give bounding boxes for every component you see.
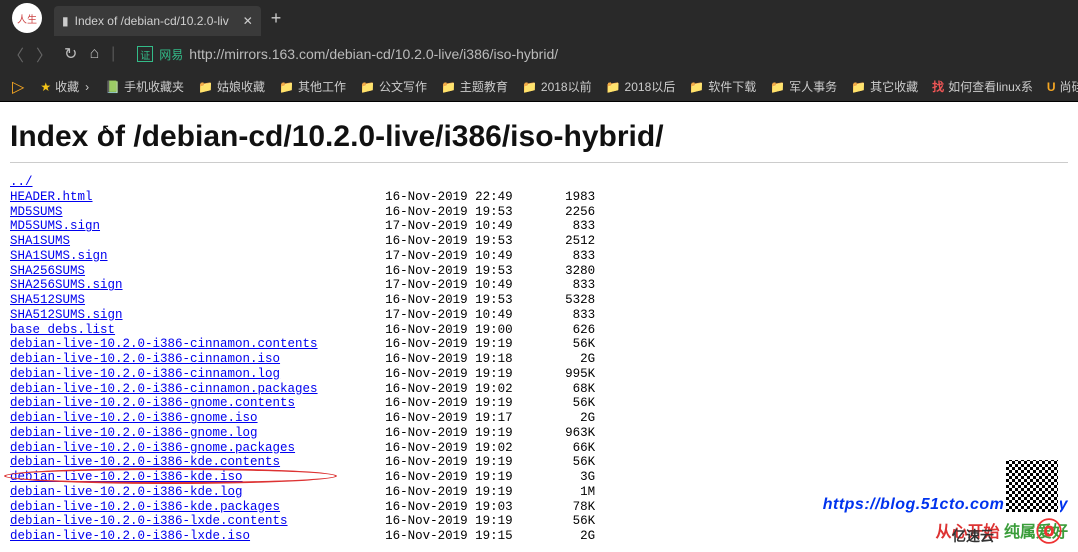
bookmark-label: 姑娘收藏 — [217, 78, 265, 95]
file-link[interactable]: MD5SUMS.sign — [10, 219, 100, 233]
security-label: 网易 — [159, 46, 183, 63]
bookmark-label: 手机收藏夹 — [124, 78, 184, 95]
bookmark-label: 软件下载 — [708, 78, 756, 95]
folder-icon: 📁 — [689, 80, 704, 94]
bookmark-label: 其它收藏 — [870, 78, 918, 95]
divider — [10, 162, 1068, 163]
navbar: 〈 〉 ↻ ⌂ | 证 网易 http://mirrors.163.com/de… — [0, 36, 1078, 72]
bookmarks-bar: ▷ ★收藏› 📗 手机收藏夹 📁 姑娘收藏 📁 其他工作 📁 公文写作 📁 主题教育 📁 2018以前… — [0, 72, 1078, 102]
bookmark-label: 公文写作 — [379, 78, 427, 95]
site-icon: 找 — [932, 78, 944, 95]
file-link[interactable]: debian-live-10.2.0-i386-gnome.log — [10, 426, 258, 440]
folder-icon: 📁 — [522, 80, 537, 94]
file-link[interactable]: debian-live-10.2.0-i386-cinnamon.package… — [10, 382, 318, 396]
file-link[interactable]: debian-live-10.2.0-i386-gnome.contents — [10, 396, 295, 410]
url-text: http://mirrors.163.com/debian-cd/10.2.0-… — [189, 46, 558, 62]
bookmark-item[interactable]: 📗 手机收藏夹 — [105, 78, 184, 95]
file-link[interactable]: HEADER.html — [10, 190, 93, 204]
favorites-button[interactable]: ★收藏› — [40, 78, 89, 95]
close-icon[interactable]: ✕ — [243, 14, 253, 28]
file-link[interactable]: MD5SUMS — [10, 205, 63, 219]
forward-button[interactable]: 〉 — [36, 42, 52, 66]
bookmark-item[interactable]: 📁 主题教育 — [441, 78, 508, 95]
bookmark-item[interactable]: 📁 2018以前 — [522, 78, 592, 95]
page-content: Index of /debian-cd/10.2.0-live/i386/iso… — [0, 102, 1078, 552]
bookmark-item[interactable]: 📁 公文写作 — [360, 78, 427, 95]
file-link[interactable]: debian-live-10.2.0-i386-kde.iso — [10, 470, 243, 484]
bookmark-label: 2018以前 — [541, 78, 592, 95]
bookmark-label: 2018以后 — [625, 78, 676, 95]
file-link[interactable]: debian-live-10.2.0-i386-gnome.packages — [10, 441, 295, 455]
bookmark-label: 如何查看linux系 — [948, 78, 1033, 95]
bookmark-item[interactable]: 📁 其它收藏 — [851, 78, 918, 95]
bookmark-label: 尚硅谷 — [1060, 78, 1078, 95]
cloud-logo-icon: ⓞ — [1036, 512, 1062, 549]
bookmark-item[interactable]: U 尚硅谷 — [1047, 78, 1078, 95]
bookmark-item[interactable]: 📁 姑娘收藏 — [198, 78, 265, 95]
parent-dir-link[interactable]: ../ — [10, 175, 33, 189]
folder-icon: 📗 — [105, 80, 120, 94]
bookmark-item[interactable]: 📁 军人事务 — [770, 78, 837, 95]
bookmark-item[interactable]: 找如何查看linux系 — [932, 78, 1033, 95]
file-link[interactable]: SHA256SUMS.sign — [10, 278, 123, 292]
file-link[interactable]: SHA512SUMS.sign — [10, 308, 123, 322]
folder-icon: 📁 — [279, 80, 294, 94]
browser-tab[interactable]: ▮ Index of /debian-cd/10.2.0-liv ✕ — [54, 6, 261, 36]
folder-icon: 📁 — [770, 80, 785, 94]
security-badge-icon: 证 — [137, 46, 153, 62]
file-link[interactable]: debian-live-10.2.0-i386-kde.packages — [10, 500, 280, 514]
bookmark-label: 军人事务 — [789, 78, 837, 95]
file-link[interactable]: debian-live-10.2.0-i386-kde.log — [10, 485, 243, 499]
folder-icon: 📁 — [851, 80, 866, 94]
file-link[interactable]: SHA1SUMS — [10, 234, 70, 248]
brand-text: 亿速云 — [952, 526, 994, 546]
file-link[interactable]: debian-live-10.2.0-i386-lxde.iso — [10, 529, 250, 543]
new-tab-button[interactable]: + — [271, 8, 282, 29]
home-button[interactable]: ⌂ — [89, 45, 99, 63]
file-link[interactable]: SHA1SUMS.sign — [10, 249, 108, 263]
folder-icon: 📁 — [606, 80, 621, 94]
qr-code — [1004, 458, 1060, 514]
file-link[interactable]: debian-live-10.2.0-i386-cinnamon.log — [10, 367, 280, 381]
page-title: Index of /debian-cd/10.2.0-live/i386/iso… — [10, 120, 1068, 154]
file-link[interactable]: debian-live-10.2.0-i386-cinnamon.content… — [10, 337, 318, 351]
file-link[interactable]: SHA256SUMS — [10, 264, 85, 278]
profile-avatar[interactable]: 人生 — [12, 3, 42, 33]
folder-icon: 📁 — [198, 80, 213, 94]
folder-icon: 📁 — [360, 80, 375, 94]
titlebar: 人生 ▮ Index of /debian-cd/10.2.0-liv ✕ + — [0, 0, 1078, 36]
file-link[interactable]: debian-live-10.2.0-i386-lxde.contents — [10, 514, 288, 528]
bookmark-item[interactable]: 📁 软件下载 — [689, 78, 756, 95]
file-link[interactable]: debian-live-10.2.0-i386-cinnamon.iso — [10, 352, 280, 366]
directory-listing: ../ HEADER.html 16-Nov-2019 22:49 1983 M… — [10, 175, 1068, 544]
reload-button[interactable]: ↻ — [64, 44, 77, 64]
file-link[interactable]: SHA512SUMS — [10, 293, 85, 307]
file-link[interactable]: debian-live-10.2.0-i386-gnome.iso — [10, 411, 258, 425]
bookmark-item[interactable]: 📁 2018以后 — [606, 78, 676, 95]
site-icon: U — [1047, 80, 1056, 94]
bookmark-label: 其他工作 — [298, 78, 346, 95]
file-link[interactable]: base_debs.list — [10, 323, 115, 337]
back-button[interactable]: 〈 — [8, 42, 24, 66]
bookmark-label: 主题教育 — [460, 78, 508, 95]
file-link[interactable]: debian-live-10.2.0-i386-kde.contents — [10, 455, 280, 469]
tab-title: Index of /debian-cd/10.2.0-liv — [75, 14, 229, 28]
address-bar[interactable]: 证 网易 http://mirrors.163.com/debian-cd/10… — [137, 46, 1070, 63]
star-icon: ★ — [40, 80, 51, 94]
play-icon[interactable]: ▷ — [12, 77, 24, 97]
page-icon: ▮ — [62, 14, 69, 28]
folder-icon: 📁 — [441, 80, 456, 94]
bookmark-item[interactable]: 📁 其他工作 — [279, 78, 346, 95]
